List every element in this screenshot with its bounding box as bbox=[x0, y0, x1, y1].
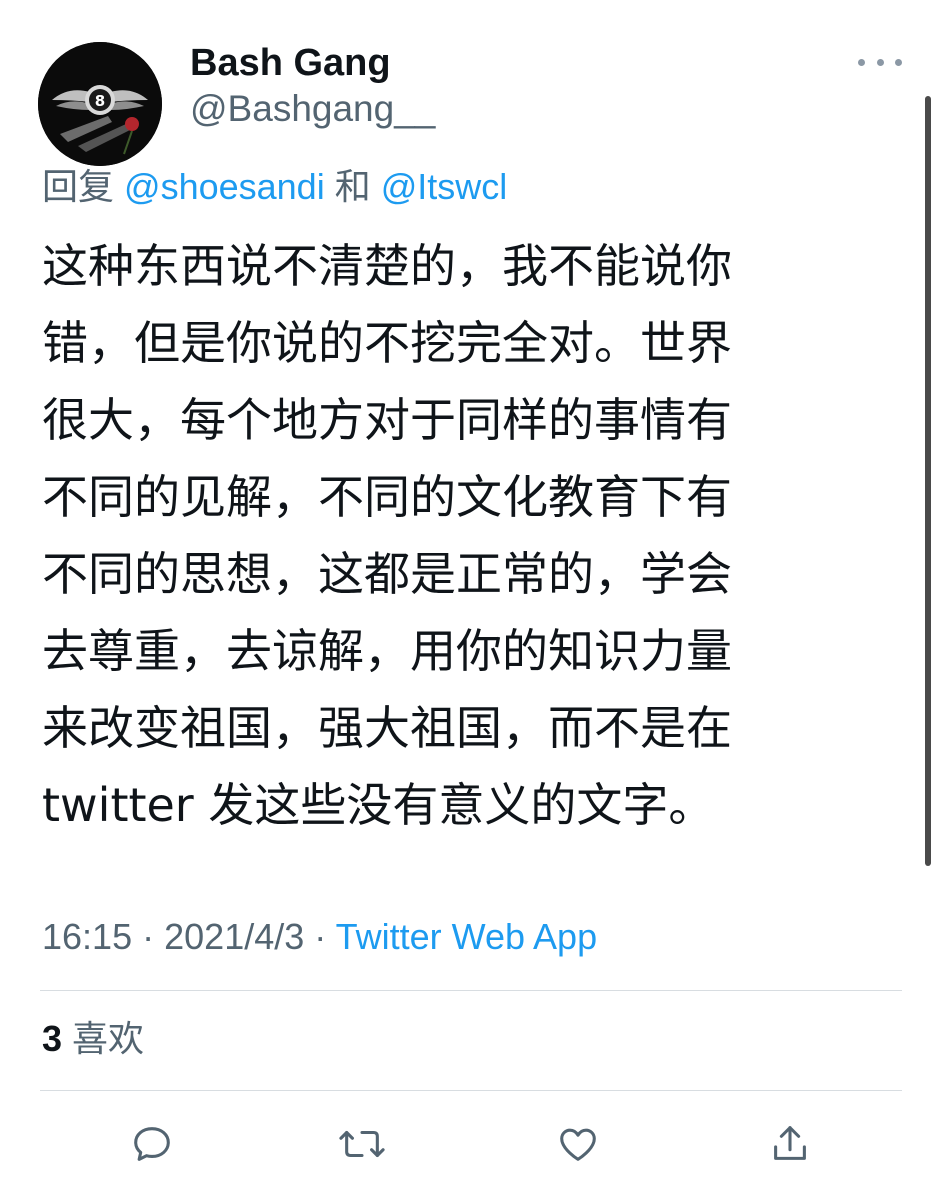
reply-prefix: 回复 bbox=[42, 166, 115, 207]
divider bbox=[40, 1090, 902, 1091]
comment-icon bbox=[134, 1127, 170, 1161]
tweet-text-line: 不同的思想，这都是正常的，学会 bbox=[42, 547, 732, 601]
meta-separator: · bbox=[142, 916, 155, 957]
likes-count[interactable]: 3 喜欢 bbox=[42, 1016, 144, 1062]
like-button[interactable] bbox=[552, 1118, 604, 1170]
tweet-text-line: twitter 发这些没有意义的文字。 bbox=[42, 778, 715, 832]
tweet-text-line: 来改变祖国，强大祖国，而不是在 bbox=[42, 701, 732, 755]
more-options-icon[interactable] bbox=[858, 50, 902, 74]
display-name[interactable]: Bash Gang bbox=[190, 40, 391, 86]
retweet-button[interactable] bbox=[336, 1118, 388, 1170]
meta-separator: · bbox=[314, 916, 327, 957]
heart-icon bbox=[560, 1128, 596, 1161]
tweet-actions-bar bbox=[0, 1118, 944, 1178]
avatar[interactable]: 8 bbox=[38, 42, 162, 166]
mention-link[interactable]: @shoesandi bbox=[124, 166, 325, 207]
tweet-source-link[interactable]: Twitter Web App bbox=[336, 916, 597, 957]
share-button[interactable] bbox=[764, 1118, 816, 1170]
reply-button[interactable] bbox=[126, 1118, 178, 1170]
tweet-text-line: 去尊重，去谅解，用你的知识力量 bbox=[42, 624, 732, 678]
tweet-time[interactable]: 16:15 bbox=[42, 916, 132, 957]
user-handle[interactable]: @Bashgang__ bbox=[190, 86, 435, 132]
tweet-text-line: 这种东西说不清楚的，我不能说你 bbox=[42, 239, 732, 293]
scrollbar[interactable] bbox=[925, 96, 931, 866]
reply-joiner: 和 bbox=[334, 166, 371, 207]
tweet-text-line: 错，但是你说的不挖完全对。世界 bbox=[42, 316, 732, 370]
svg-text:8: 8 bbox=[95, 92, 105, 110]
tweet-text-line: 很大，每个地方对于同样的事情有 bbox=[42, 393, 732, 447]
likes-label: 喜欢 bbox=[72, 1018, 145, 1059]
reply-context: 回复 @shoesandi 和 @Itswcl bbox=[42, 164, 507, 210]
tweet-text: 这种东西说不清楚的，我不能说你 错，但是你说的不挖完全对。世界 很大，每个地方对… bbox=[42, 228, 892, 844]
tweet-date[interactable]: 2021/4/3 bbox=[164, 916, 304, 957]
divider bbox=[40, 990, 902, 991]
tweet-detail: 8 Bash Gang @Bashgang__ 回复 @shoesandi 和 … bbox=[0, 0, 944, 1200]
winged-8-ball-icon: 8 bbox=[38, 42, 162, 166]
tweet-text-line: 不同的见解，不同的文化教育下有 bbox=[42, 470, 732, 524]
retweet-icon bbox=[339, 1130, 385, 1158]
share-icon bbox=[774, 1126, 806, 1160]
tweet-metadata: 16:15 · 2021/4/3 · Twitter Web App bbox=[42, 914, 597, 960]
likes-number: 3 bbox=[42, 1018, 63, 1059]
mention-link[interactable]: @Itswcl bbox=[381, 166, 508, 207]
